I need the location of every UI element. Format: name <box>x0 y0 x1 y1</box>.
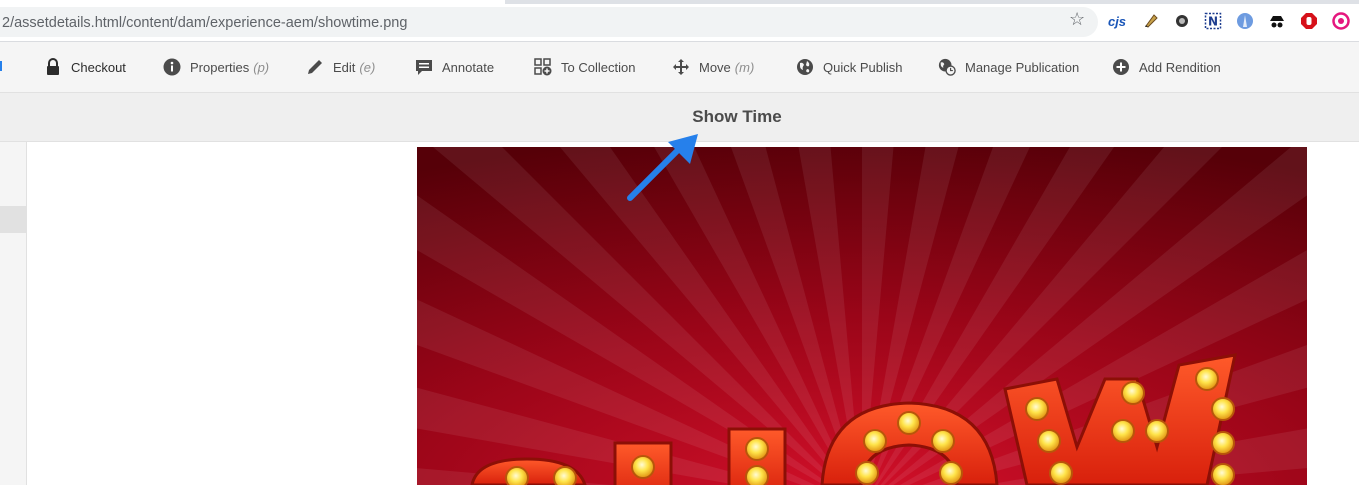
left-rail <box>0 142 27 485</box>
svg-text:N: N <box>1208 15 1218 29</box>
checkout-button[interactable]: Checkout <box>44 42 126 92</box>
add-rendition-button[interactable]: Add Rendition <box>1112 42 1221 92</box>
manage-publication-button[interactable]: Manage Publication <box>938 42 1079 92</box>
properties-text: Properties <box>190 59 250 75</box>
edit-shortcut: (e) <box>359 59 376 75</box>
globe-clock-icon <box>938 58 956 76</box>
add-circle-icon <box>1112 58 1130 76</box>
move-text: Move <box>699 59 731 75</box>
asset-action-bar: Checkout Properties (p) Edit (e) Annotate … <box>0 42 1359 93</box>
blue-circle-extension-icon[interactable] <box>1236 12 1254 30</box>
pencil-icon <box>306 58 324 76</box>
edit-text: Edit <box>333 59 356 75</box>
circle-extension-icon[interactable] <box>1173 12 1191 30</box>
url-text[interactable]: 2/assetdetails.html/content/dam/experien… <box>2 15 407 31</box>
pen-extension-icon[interactable] <box>1142 12 1160 30</box>
annotate-button[interactable]: Annotate <box>415 42 494 92</box>
info-icon <box>163 58 181 76</box>
manage-publication-label: Manage Publication <box>965 59 1080 75</box>
asset-title: Show Time <box>692 107 782 126</box>
properties-button[interactable]: Properties (p) <box>163 42 269 92</box>
move-button[interactable]: Move (m) <box>672 42 754 92</box>
properties-shortcut: (p) <box>253 59 270 75</box>
move-label: Move (m) <box>699 60 754 75</box>
add-to-collection-icon <box>534 58 552 76</box>
to-collection-button[interactable]: To Collection <box>534 42 635 92</box>
properties-label: Properties (p) <box>190 60 269 75</box>
annotate-label: Annotate <box>442 59 495 75</box>
pink-eye-extension-icon[interactable] <box>1332 12 1350 30</box>
address-bar-row: 2/assetdetails.html/content/dam/experien… <box>0 4 1359 42</box>
annotation-arrow <box>627 134 698 201</box>
globe-icon <box>796 58 814 76</box>
bookmark-star-icon[interactable]: ☆ <box>1069 9 1085 30</box>
quick-publish-button[interactable]: Quick Publish <box>796 42 902 92</box>
quick-publish-label: Quick Publish <box>823 59 903 75</box>
checkout-label: Checkout <box>71 59 126 75</box>
add-rendition-label: Add Rendition <box>1139 59 1221 75</box>
toolbar-edge-marker <box>0 61 2 71</box>
to-collection-label: To Collection <box>561 59 636 75</box>
cjs-extension-icon[interactable]: cjs <box>1108 12 1126 30</box>
edit-label: Edit (e) <box>333 60 375 75</box>
address-bar[interactable]: 2/assetdetails.html/content/dam/experien… <box>0 7 1098 37</box>
asset-preview-image <box>417 147 1307 485</box>
edit-button[interactable]: Edit (e) <box>306 42 375 92</box>
lock-icon <box>44 58 62 76</box>
notion-extension-icon[interactable]: N <box>1204 12 1222 30</box>
move-shortcut: (m) <box>734 59 755 75</box>
left-rail-selected-item[interactable] <box>0 206 26 233</box>
comment-icon <box>415 58 433 76</box>
stop-hand-extension-icon[interactable] <box>1300 12 1318 30</box>
move-icon <box>672 58 690 76</box>
spy-extension-icon[interactable] <box>1268 12 1286 30</box>
